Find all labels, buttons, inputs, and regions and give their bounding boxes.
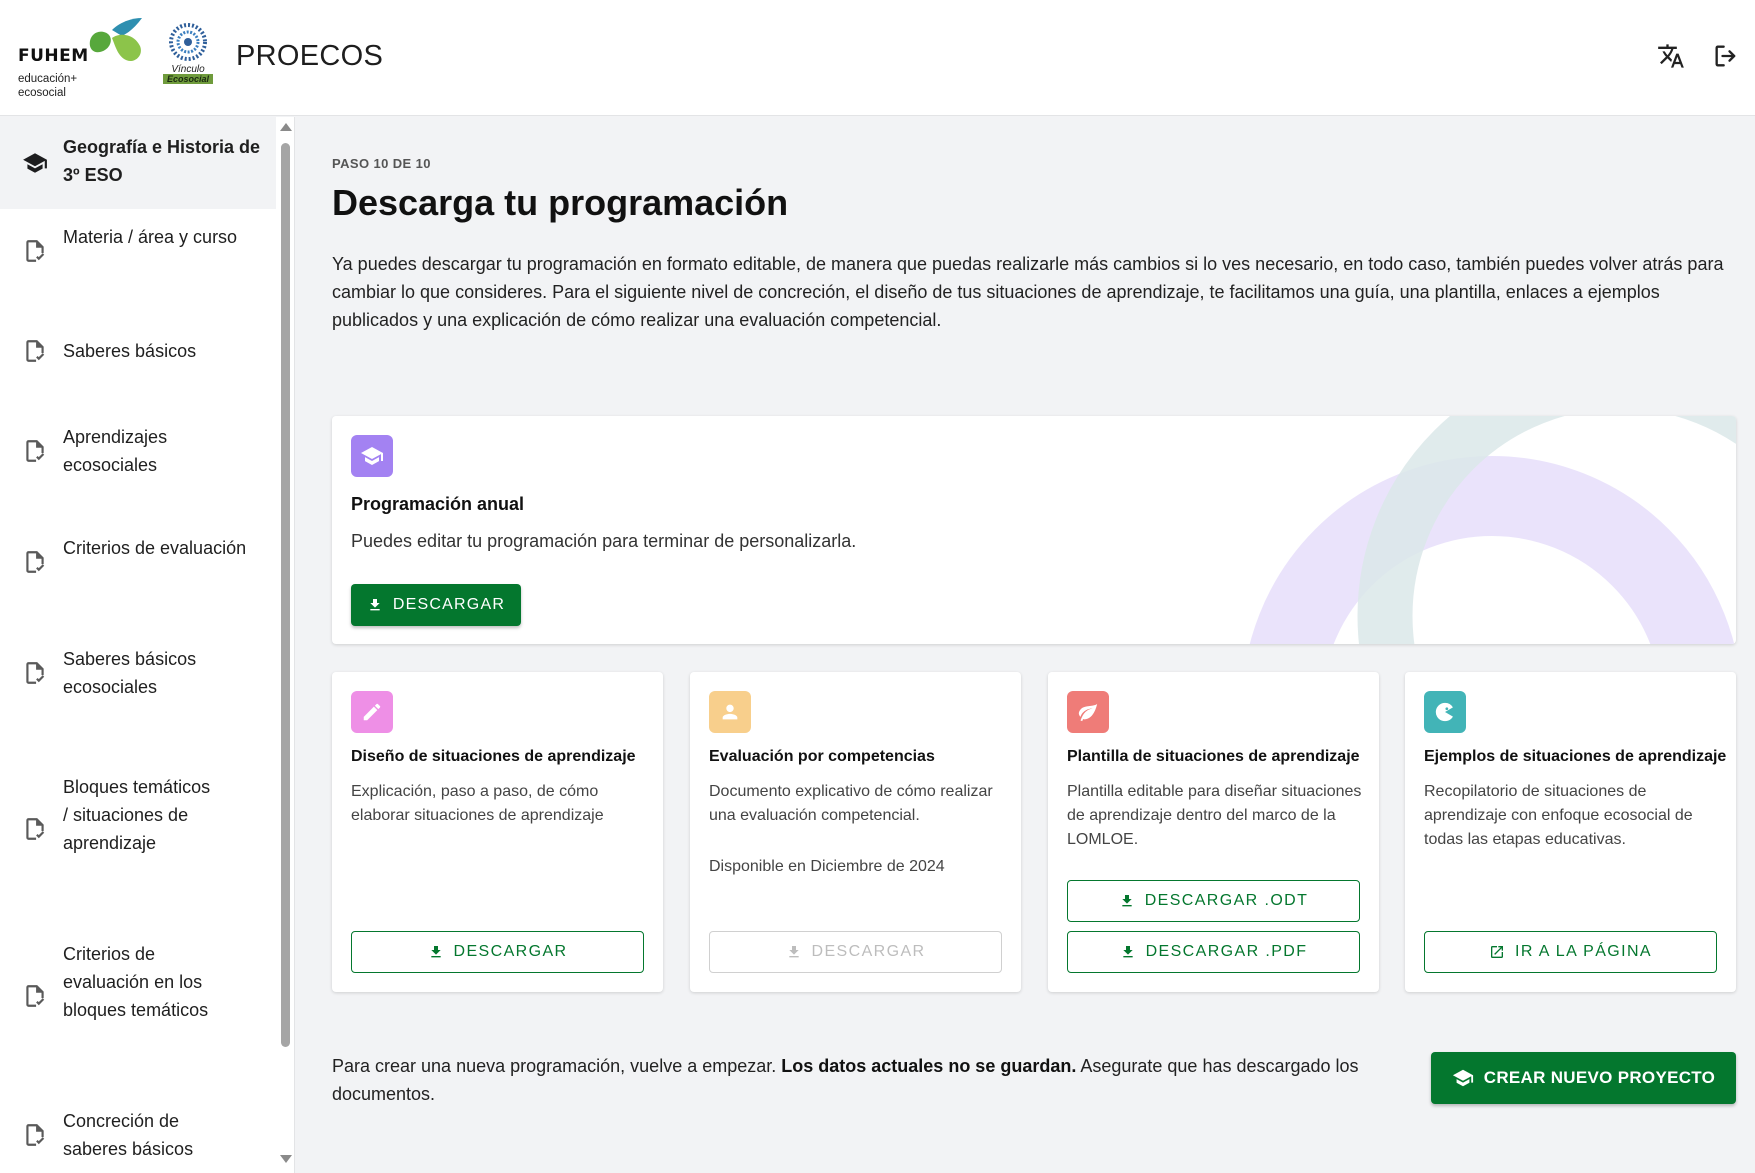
sidebar-item-aprendizajes[interactable]: Aprendizajes ecosociales — [0, 417, 276, 485]
sidebar-item-label: Concreción de saberes básicos — [63, 1111, 194, 1159]
card-desc: Documento explicativo de cómo realizar u… — [709, 783, 993, 824]
button-label: DESCARGAR .PDF — [1145, 943, 1308, 960]
document-check-icon — [26, 240, 45, 262]
person-icon — [722, 704, 738, 720]
fuhem-logo[interactable]: FUHEM educación+ ecosocial — [18, 16, 142, 102]
sidebar-item-criterios-bloques[interactable]: Criterios de evaluación en los bloques t… — [0, 934, 276, 1058]
logout-icon[interactable] — [1710, 40, 1742, 72]
app-header: FUHEM educación+ ecosocial Vínculo Ecoso… — [0, 0, 1755, 116]
graduation-cap-icon — [23, 153, 47, 173]
sidebar-item-label: Materia / área y curso — [63, 227, 238, 247]
graduation-cap-icon — [1452, 1069, 1473, 1087]
fuhem-leaf-icon — [89, 18, 142, 62]
footer-note: Para crear una nueva programación, vuelv… — [332, 1052, 1372, 1108]
document-check-icon — [26, 985, 45, 1007]
download-pdf-button[interactable]: DESCARGAR .PDF — [1067, 931, 1360, 973]
sidebar-item-label: Saberes básicos ecosociales — [63, 649, 197, 697]
sidebar-scrollbar[interactable] — [276, 117, 294, 1173]
availability-note: Disponible en Diciembre de 2024 — [709, 858, 945, 875]
card-desc: Explicación, paso a paso, de cómo elabor… — [351, 783, 604, 824]
footer-text-start: Para crear una nueva programación, vuelv… — [332, 1056, 782, 1076]
sidebar: Geografía e Historia de 3º ESO Materia /… — [0, 117, 295, 1173]
download-annual-button[interactable]: DESCARGAR — [351, 584, 521, 626]
document-check-icon — [26, 340, 45, 362]
download-icon — [370, 599, 380, 611]
badge-leaf — [1067, 691, 1109, 733]
sidebar-item-concrecion[interactable]: Concreción de saberes básicos — [0, 1101, 276, 1169]
page-title: Descarga tu programación — [332, 182, 789, 223]
pencil-icon — [363, 703, 381, 721]
sidebar-item-label: Criterios de evaluación — [63, 538, 247, 558]
translate-icon[interactable] — [1655, 40, 1687, 72]
sidebar-item-criterios[interactable]: Criterios de evaluación — [0, 528, 276, 596]
external-link-icon — [1491, 946, 1503, 958]
sidebar-item-label: Bloques temáticos / situaciones de apren… — [63, 777, 211, 853]
sidebar-item-course[interactable]: Geografía e Historia de 3º ESO — [0, 117, 276, 209]
pacman-globe-icon — [1435, 702, 1453, 722]
vinculo-emblem-icon — [169, 23, 207, 61]
badge-person — [709, 691, 751, 733]
button-label: IR A LA PÁGINA — [1515, 943, 1652, 960]
intro-text: Ya puedes descargar tu programación en f… — [332, 254, 1724, 330]
card-ejemplos: Ejemplos de situaciones de aprendizaje R… — [1405, 672, 1736, 992]
annual-card-desc: Puedes editar tu programación para termi… — [351, 531, 857, 551]
scroll-down-arrow-icon[interactable] — [280, 1155, 292, 1163]
download-odt-button[interactable]: DESCARGAR .ODT — [1067, 880, 1360, 922]
download-icon — [1122, 895, 1132, 907]
sidebar-item-label: Geografía e Historia de 3º ESO — [63, 137, 261, 185]
sidebar-item-saberes-basicos[interactable]: Saberes básicos — [0, 331, 276, 371]
button-label: DESCARGAR — [811, 943, 926, 960]
footer-warning: Los datos actuales no se guardan. — [781, 1056, 1077, 1076]
button-label: DESCARGAR .ODT — [1144, 892, 1309, 909]
fuhem-tagline: educación+ ecosocial — [18, 73, 78, 99]
leaf-icon — [1078, 703, 1098, 722]
fuhem-wordmark: FUHEM — [18, 46, 89, 66]
button-label: DESCARGAR — [453, 943, 568, 960]
document-check-icon — [26, 818, 45, 840]
badge-pencil — [351, 691, 393, 733]
decorative-circles — [1249, 416, 1736, 644]
badge-graduation-cap — [351, 435, 393, 477]
card-evaluacion: Evaluación por competencias Documento ex… — [690, 672, 1021, 992]
card-diseno: Diseño de situaciones de aprendizaje Exp… — [332, 672, 663, 992]
card-title: Ejemplos de situaciones de aprendizaje — [1424, 748, 1727, 765]
document-check-icon — [26, 1124, 45, 1146]
open-page-button[interactable]: IR A LA PÁGINA — [1424, 931, 1717, 973]
badge-globe — [1424, 691, 1466, 733]
card-title: Plantilla de situaciones de aprendizaje — [1067, 748, 1360, 765]
annual-programming-card: Programación anual Puedes editar tu prog… — [332, 416, 1736, 644]
scroll-up-arrow-icon[interactable] — [280, 123, 292, 131]
download-annual-label: DESCARGAR — [392, 596, 506, 613]
download-icon — [1122, 946, 1133, 958]
card-desc: Plantilla editable para diseñar situacio… — [1067, 783, 1362, 848]
sidebar-item-bloques[interactable]: Bloques temáticos / situaciones de apren… — [0, 767, 276, 891]
download-icon — [430, 946, 441, 958]
scrollbar-thumb[interactable] — [281, 143, 290, 1047]
sidebar-item-label: Criterios de evaluación en los bloques t… — [63, 944, 209, 1020]
graduation-cap-icon — [361, 447, 383, 465]
sidebar-item-label: Aprendizajes ecosociales — [63, 427, 168, 475]
app-title: PROECOS — [236, 40, 384, 72]
sidebar-item-saberes-ecosociales[interactable]: Saberes básicos ecosociales — [0, 639, 276, 707]
card-title: Evaluación por competencias — [709, 748, 935, 765]
step-indicator: PASO 10 DE 10 — [332, 156, 431, 171]
document-check-icon — [26, 440, 45, 462]
download-icon — [788, 946, 799, 958]
download-evaluacion-button[interactable]: DESCARGAR — [709, 931, 1002, 973]
sidebar-item-materia[interactable]: Materia / área y curso — [0, 217, 276, 285]
card-plantilla: Plantilla de situaciones de aprendizaje … — [1048, 672, 1379, 992]
document-check-icon — [26, 662, 45, 684]
annual-card-title: Programación anual — [351, 494, 525, 514]
card-desc: Recopilatorio de situaciones de aprendiz… — [1424, 783, 1693, 848]
download-diseno-button[interactable]: DESCARGAR — [351, 931, 644, 973]
create-new-project-button[interactable]: CREAR NUEVO PROYECTO — [1431, 1052, 1736, 1104]
vinculo-ecosocial-label: Ecosocial — [163, 74, 213, 84]
card-title: Diseño de situaciones de aprendizaje — [351, 748, 636, 765]
sidebar-item-label: Saberes básicos — [63, 341, 197, 361]
vinculo-logo[interactable]: Vínculo Ecosocial — [160, 22, 216, 94]
document-check-icon — [26, 551, 45, 573]
create-new-project-label: CREAR NUEVO PROYECTO — [1483, 1068, 1716, 1087]
